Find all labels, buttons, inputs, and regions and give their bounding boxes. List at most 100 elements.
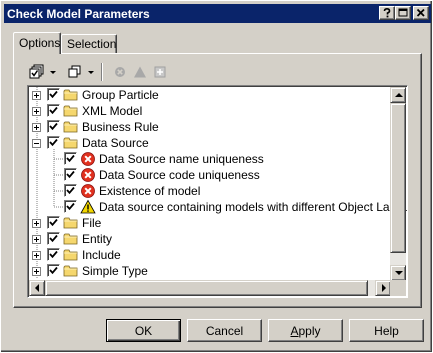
- window-title: Check Model Parameters: [7, 6, 150, 21]
- folder-icon: [63, 119, 79, 135]
- item-checkbox[interactable]: [64, 168, 77, 181]
- tree-item[interactable]: File: [28, 215, 390, 231]
- item-checkbox[interactable]: [47, 232, 60, 245]
- item-checkbox[interactable]: [47, 104, 60, 117]
- tree-item[interactable]: Include: [28, 247, 390, 263]
- cancel-button-label: Cancel: [205, 323, 244, 338]
- help-button[interactable]: Help: [349, 319, 424, 342]
- tree-item[interactable]: Existence of model: [28, 183, 390, 199]
- toolbar-separator: [101, 63, 103, 81]
- tree-item[interactable]: Data source containing models with diffe…: [28, 199, 407, 215]
- item-checkbox[interactable]: [64, 200, 77, 213]
- add-button[interactable]: [153, 62, 171, 82]
- folder-icon: [63, 247, 79, 263]
- copy-dropdown[interactable]: [65, 62, 95, 82]
- collapse-icon[interactable]: [32, 139, 41, 148]
- item-checkbox[interactable]: [47, 120, 60, 133]
- tree-item-label: Business Rule: [82, 120, 159, 134]
- item-checkbox[interactable]: [47, 136, 60, 149]
- item-checkbox[interactable]: [47, 216, 60, 229]
- tree-item[interactable]: Group Particle: [28, 87, 390, 103]
- question-mark-icon: [383, 8, 391, 18]
- tree-item-label: Include: [82, 248, 121, 262]
- tree-item-label: Group Particle: [82, 88, 159, 102]
- rules-tree[interactable]: Simple Type Include Entity File Data source …: [27, 85, 408, 298]
- ok-button[interactable]: OK: [106, 319, 181, 342]
- maximize-button[interactable]: [395, 6, 411, 20]
- tab-selection[interactable]: Selection: [61, 34, 117, 54]
- title-bar[interactable]: Check Model Parameters: [4, 4, 431, 23]
- tree-item-label: Data Source code uniqueness: [99, 168, 260, 182]
- tree-item[interactable]: Business Rule: [28, 119, 390, 135]
- scrollbar-corner: [390, 280, 406, 296]
- tree-item-label: Data source containing models with diffe…: [99, 200, 408, 214]
- tree-item-label: Existence of model: [99, 184, 201, 198]
- expand-icon[interactable]: [32, 91, 41, 100]
- folder-icon: [63, 231, 79, 247]
- vertical-scrollbar[interactable]: [390, 87, 406, 281]
- tree-item[interactable]: Data Source name uniqueness: [28, 151, 390, 167]
- ok-button-label: OK: [134, 323, 153, 338]
- tree-item[interactable]: Data Source: [28, 135, 390, 151]
- error-icon: [80, 183, 96, 199]
- item-checkbox[interactable]: [47, 248, 60, 261]
- scroll-down-button[interactable]: [390, 265, 406, 281]
- warning-button[interactable]: [133, 62, 151, 82]
- close-icon: [416, 8, 425, 17]
- warning-icon: [80, 199, 96, 215]
- item-checkbox[interactable]: [64, 152, 77, 165]
- tree-item[interactable]: Entity: [28, 231, 390, 247]
- cancel-button[interactable]: Cancel: [187, 319, 262, 342]
- vertical-scroll-thumb[interactable]: [390, 103, 406, 253]
- item-checkbox[interactable]: [47, 88, 60, 101]
- arrow-right-icon: [382, 284, 386, 292]
- expand-icon[interactable]: [32, 251, 41, 260]
- dropdown-arrow-icon: [50, 70, 56, 74]
- arrow-up-icon: [395, 93, 403, 97]
- folder-icon: [63, 87, 79, 103]
- tree-item-label: Data Source: [82, 136, 149, 150]
- apply-button-label: Apply: [290, 323, 321, 338]
- folder-icon: [63, 215, 79, 231]
- expand-icon[interactable]: [32, 267, 41, 276]
- copy-icon: [68, 65, 81, 78]
- tree-item-label: File: [82, 216, 102, 230]
- horizontal-scroll-thumb[interactable]: [45, 280, 368, 296]
- scroll-up-button[interactable]: [390, 87, 406, 103]
- expand-icon[interactable]: [32, 123, 41, 132]
- arrow-down-icon: [395, 271, 403, 275]
- tab-options[interactable]: Options: [13, 32, 61, 54]
- scroll-left-button[interactable]: [29, 280, 45, 296]
- expand-icon[interactable]: [32, 235, 41, 244]
- tree-item-label: Data Source name uniqueness: [99, 152, 264, 166]
- folder-icon: [63, 135, 79, 151]
- item-checkbox[interactable]: [47, 264, 60, 277]
- tree-item[interactable]: Data Source code uniqueness: [28, 167, 390, 183]
- scroll-right-button[interactable]: [375, 280, 391, 296]
- help-button-label: Help: [374, 323, 399, 338]
- tree-item[interactable]: Simple Type: [28, 263, 390, 279]
- folder-icon: [63, 103, 79, 119]
- dropdown-arrow-icon: [88, 70, 94, 74]
- expand-icon[interactable]: [32, 219, 41, 228]
- tree-item-label: XML Model: [82, 104, 143, 118]
- tab-options-label: Options: [19, 36, 61, 50]
- title-bar-buttons: [379, 6, 429, 20]
- error-icon: [80, 167, 96, 183]
- item-checkbox[interactable]: [64, 184, 77, 197]
- stop-icon: [115, 67, 125, 77]
- horizontal-scrollbar[interactable]: [29, 280, 391, 296]
- select-all-dropdown[interactable]: [27, 62, 57, 82]
- tree-item[interactable]: XML Model: [28, 103, 390, 119]
- expand-icon[interactable]: [32, 107, 41, 116]
- close-button[interactable]: [413, 6, 429, 20]
- check-model-parameters-dialog: Check Model Parameters Options Selection…: [0, 0, 433, 353]
- apply-button[interactable]: Apply: [268, 319, 343, 342]
- maximize-icon: [398, 8, 408, 17]
- arrow-left-icon: [35, 284, 39, 292]
- folder-icon: [63, 263, 79, 279]
- help-title-button[interactable]: [379, 6, 395, 20]
- stop-button[interactable]: [113, 62, 131, 82]
- tree-item-label: Entity: [82, 232, 113, 246]
- tree-item-label: Simple Type: [82, 264, 148, 278]
